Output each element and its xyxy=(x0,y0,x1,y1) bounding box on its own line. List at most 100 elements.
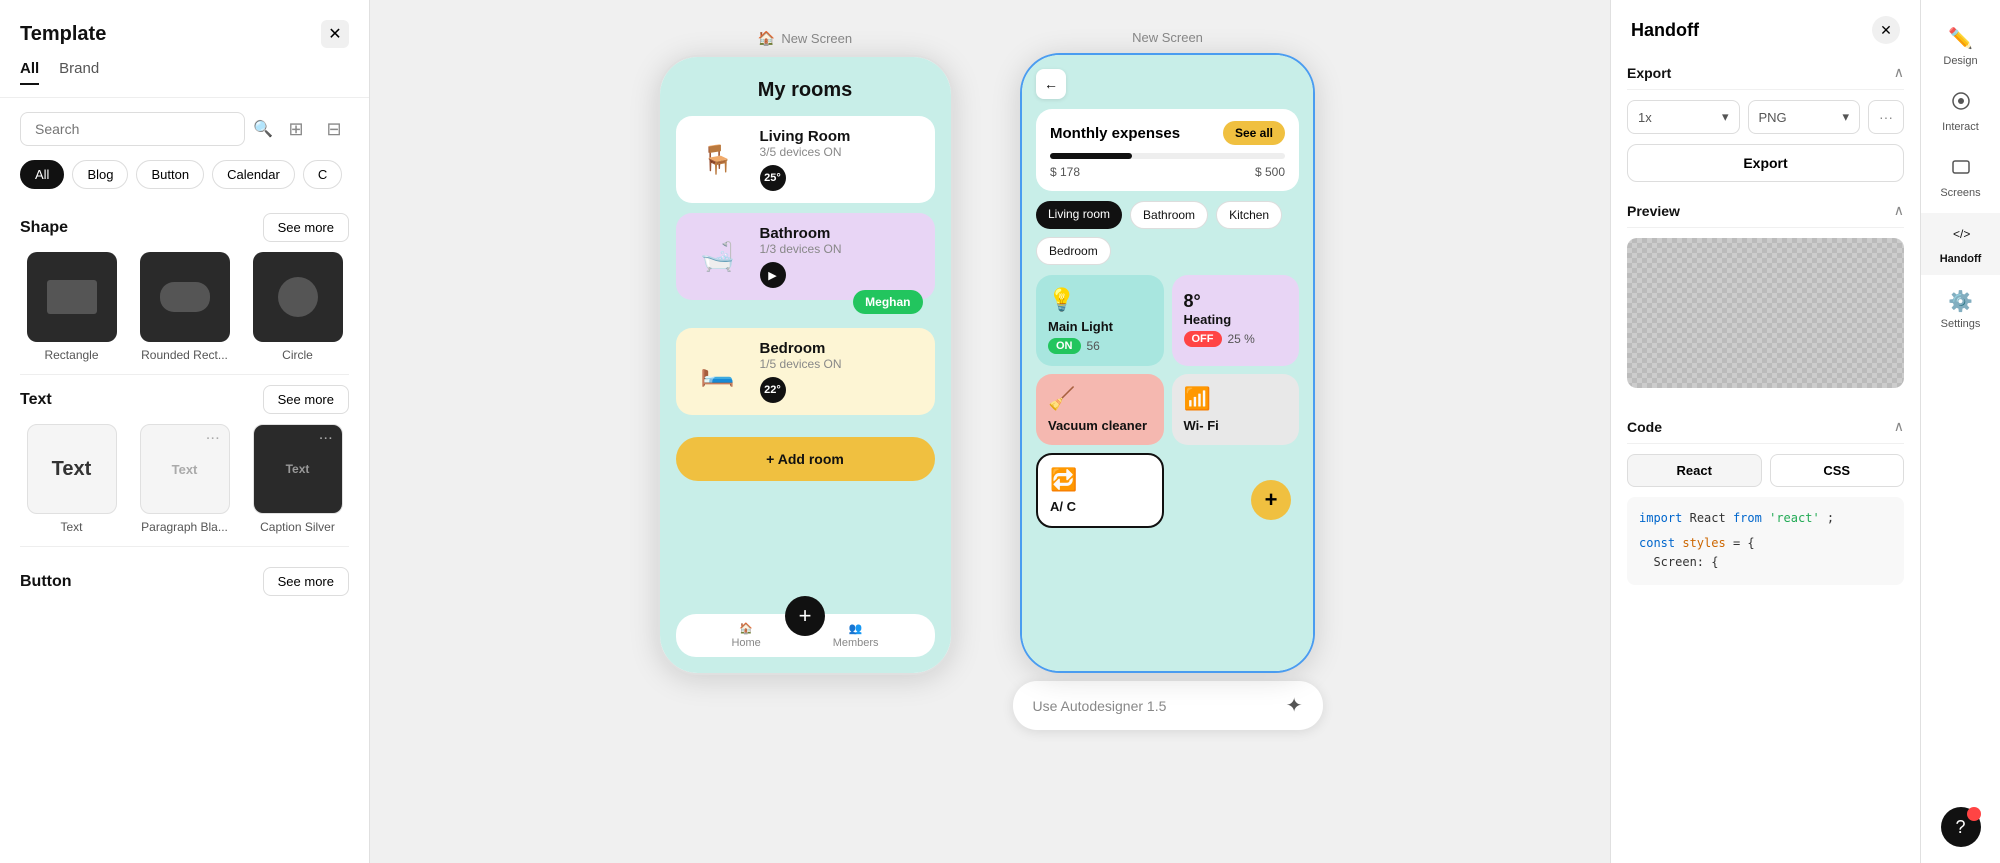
handoff-nav-label: Handoff xyxy=(1940,253,1982,265)
format-chevron: ▾ xyxy=(1842,109,1849,125)
room-card-bedroom[interactable]: 🛏️ Bedroom 1/5 devices ON 22° xyxy=(676,328,935,415)
nav-add-button[interactable]: + xyxy=(785,596,825,636)
shape-rectangle[interactable]: Rectangle xyxy=(20,252,123,362)
search-row: 🔍 ⊞ ⊟ xyxy=(0,98,369,160)
text-see-more[interactable]: See more xyxy=(263,385,349,414)
handoff-close-button[interactable]: ✕ xyxy=(1872,16,1900,44)
scale-value: 1x xyxy=(1638,110,1652,125)
nav-design[interactable]: ✏️ Design xyxy=(1921,16,2000,77)
shape-circle[interactable]: Circle xyxy=(246,252,349,362)
main-light-status: ON xyxy=(1048,338,1081,354)
bedroom-icon: 🛏️ xyxy=(688,342,748,402)
shape-rect-label: Rectangle xyxy=(44,348,98,362)
living-room-icon: 🪑 xyxy=(688,130,748,190)
ac-icon: 🔁 xyxy=(1050,467,1150,493)
shape-rounded-rect[interactable]: Rounded Rect... xyxy=(133,252,236,362)
nav-home[interactable]: 🏠 Home xyxy=(731,622,760,649)
code-tab-css[interactable]: CSS xyxy=(1770,454,1905,487)
back-button[interactable]: ← xyxy=(1036,69,1066,99)
amount-high: $ 500 xyxy=(1255,165,1285,179)
format-value: PNG xyxy=(1759,110,1787,125)
nav-interact[interactable]: Interact xyxy=(1921,81,2000,143)
far-right-nav: ✏️ Design Interact Screens </> Handoff ⚙… xyxy=(1920,0,2000,863)
expense-card: Monthly expenses See all $ 178 $ 500 xyxy=(1036,109,1299,191)
tab-all[interactable]: All xyxy=(20,60,39,85)
search-input[interactable] xyxy=(20,112,245,146)
nav-handoff[interactable]: </> Handoff xyxy=(1921,213,2000,275)
export-controls: 1x ▾ PNG ▾ ··· xyxy=(1627,100,1904,134)
phone-1: My rooms 🪑 Living Room 3/5 devices ON 25… xyxy=(658,55,953,675)
bathroom-badge: ▶ xyxy=(760,262,786,288)
filter-all[interactable]: All xyxy=(20,160,64,189)
nav-members[interactable]: 👥 Members xyxy=(833,622,879,649)
filter-living[interactable]: Living room xyxy=(1036,201,1122,229)
dots-menu-dark: ··· xyxy=(320,433,334,445)
filter-blog[interactable]: Blog xyxy=(72,160,128,189)
nav-members-label: Members xyxy=(833,637,879,649)
vacuum-icon: 🧹 xyxy=(1048,386,1152,412)
help-button[interactable]: ? xyxy=(1941,807,1981,847)
search-icon[interactable]: 🔍 xyxy=(253,119,273,139)
preview-title: Preview xyxy=(1627,203,1680,219)
text-item-caption[interactable]: ··· Text Caption Silver xyxy=(246,424,349,534)
shape-see-more[interactable]: See more xyxy=(263,213,349,242)
text-section-title: Text xyxy=(20,391,52,409)
text-item-large[interactable]: Text Text xyxy=(20,424,123,534)
handoff-icon: </> xyxy=(1951,223,1971,249)
close-button[interactable]: ✕ xyxy=(321,20,349,48)
room-card-living[interactable]: 🪑 Living Room 3/5 devices ON 25° xyxy=(676,116,935,203)
text-section: Text See more Text Text ··· Text Paragra… xyxy=(0,375,369,546)
filter-button[interactable]: Button xyxy=(136,160,204,189)
code-chevron[interactable]: ∧ xyxy=(1894,418,1904,435)
filter-more[interactable]: C xyxy=(303,160,342,189)
tab-brand[interactable]: Brand xyxy=(59,60,99,85)
format-select[interactable]: PNG ▾ xyxy=(1748,100,1861,134)
add-device-button[interactable]: + xyxy=(1251,480,1291,520)
autodesigner-icon[interactable]: ✦ xyxy=(1286,693,1303,718)
text-item-paragraph[interactable]: ··· Text Paragraph Bla... xyxy=(133,424,236,534)
device-heating[interactable]: 8° Heating OFF 25 % xyxy=(1172,275,1300,366)
heating-value: 25 % xyxy=(1228,332,1255,346)
room-filter-row: Living room Bathroom Kitchen Bedroom xyxy=(1036,201,1299,265)
filter-calendar[interactable]: Calendar xyxy=(212,160,295,189)
add-room-button[interactable]: + Add room xyxy=(676,437,935,481)
grid-2-view[interactable]: ⊟ xyxy=(319,114,349,144)
preview-area xyxy=(1627,238,1904,388)
code-title: Code xyxy=(1627,419,1662,435)
bathroom-name: Bathroom xyxy=(760,225,923,242)
text-item-label-2: Caption Silver xyxy=(260,520,335,534)
filter-bathroom[interactable]: Bathroom xyxy=(1130,201,1208,229)
nav-settings[interactable]: ⚙️ Settings xyxy=(1921,279,2000,340)
export-chevron[interactable]: ∧ xyxy=(1894,64,1904,81)
filter-kitchen[interactable]: Kitchen xyxy=(1216,201,1282,229)
device-wifi[interactable]: 📶 Wi- Fi xyxy=(1172,374,1300,445)
code-section: Code ∧ React CSS import React from 'reac… xyxy=(1611,410,1920,597)
export-button[interactable]: Export xyxy=(1627,144,1904,182)
left-panel: Template ✕ All Brand 🔍 ⊞ ⊟ All Blog Butt… xyxy=(0,0,370,863)
shape-grid: Rectangle Rounded Rect... Circle xyxy=(20,252,349,362)
add-device-cell: + xyxy=(1172,453,1300,528)
bathroom-devices: 1/3 devices ON xyxy=(760,242,923,256)
device-vacuum[interactable]: 🧹 Vacuum cleaner xyxy=(1036,374,1164,445)
more-options-button[interactable]: ··· xyxy=(1868,100,1904,134)
button-see-more[interactable]: See more xyxy=(263,567,349,596)
scale-select[interactable]: 1x ▾ xyxy=(1627,100,1740,134)
nav-bottom: ? xyxy=(1941,807,1981,847)
grid-4-view[interactable]: ⊞ xyxy=(281,114,311,144)
shape-section: Shape See more Rectangle Rounded Rect...… xyxy=(0,203,369,374)
see-all-button[interactable]: See all xyxy=(1223,121,1285,145)
preview-chevron[interactable]: ∧ xyxy=(1894,202,1904,219)
interact-icon xyxy=(1951,91,1971,117)
code-line-2: const styles = { xyxy=(1639,534,1892,553)
filter-bedroom[interactable]: Bedroom xyxy=(1036,237,1111,265)
main-light-name: Main Light xyxy=(1048,319,1152,334)
code-tab-react[interactable]: React xyxy=(1627,454,1762,487)
device-main-light[interactable]: 💡 Main Light ON 56 xyxy=(1036,275,1164,366)
text-large-label: Text xyxy=(52,458,92,481)
device-ac[interactable]: 🔁 A/ C xyxy=(1036,453,1164,528)
rect-preview xyxy=(47,280,97,314)
living-temp-badge: 25° xyxy=(760,165,786,191)
wifi-icon: 📶 xyxy=(1184,386,1288,412)
nav-screens[interactable]: Screens xyxy=(1921,147,2000,209)
room-card-bathroom[interactable]: 🛁 Bathroom 1/3 devices ON ▶ Meghan xyxy=(676,213,935,300)
